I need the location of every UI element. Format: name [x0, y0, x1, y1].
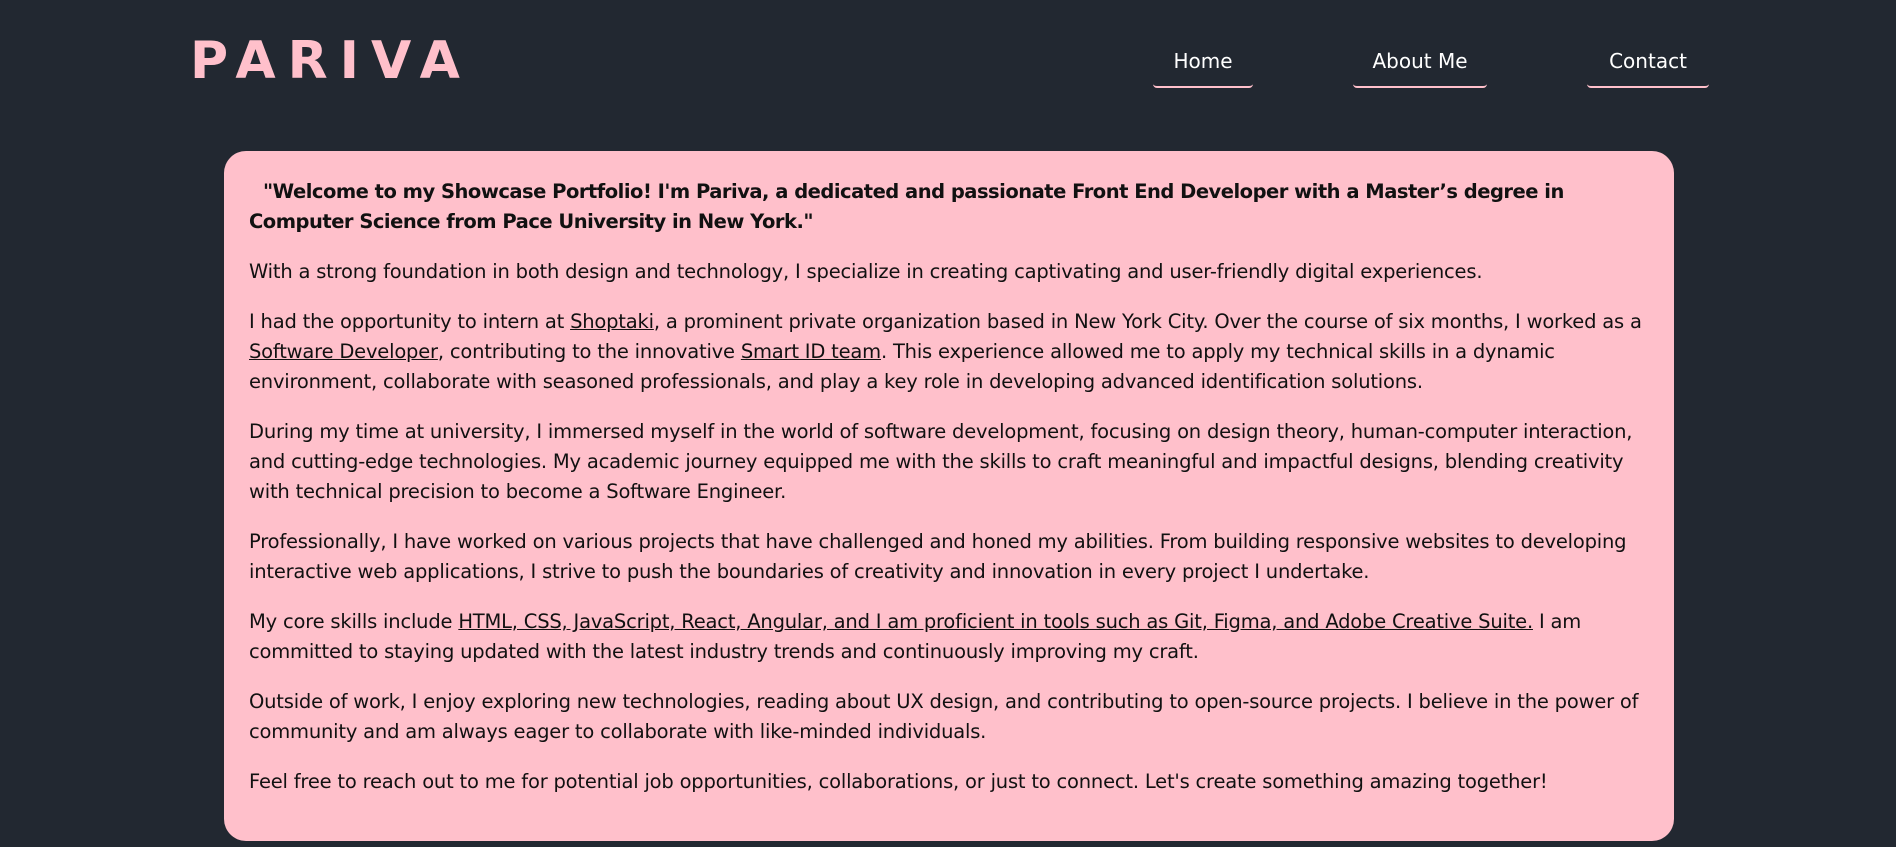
site-header: PARIVA Home About Me Contact: [0, 0, 1896, 140]
smart-id-team-link[interactable]: Smart ID team: [741, 340, 881, 363]
site-logo[interactable]: PARIVA: [190, 28, 472, 94]
contact-invite-paragraph: Feel free to reach out to me for potenti…: [249, 770, 1548, 793]
shoptaki-link[interactable]: Shoptaki: [570, 310, 654, 333]
nav-contact-link[interactable]: Contact: [1587, 44, 1709, 88]
core-skills-link[interactable]: HTML, CSS, JavaScript, React, Angular, a…: [458, 610, 1533, 633]
internship-text-2: , a prominent private organization based…: [653, 310, 1642, 333]
hobbies-paragraph: Outside of work, I enjoy exploring new t…: [249, 690, 1639, 743]
university-paragraph: During my time at university, I immersed…: [249, 420, 1633, 503]
nav-about-link[interactable]: About Me: [1353, 44, 1487, 88]
internship-text-3: , contributing to the innovative: [437, 340, 741, 363]
internship-text-1: I had the opportunity to intern at: [249, 310, 571, 333]
foundation-paragraph: With a strong foundation in both design …: [249, 260, 1483, 283]
skills-text-1: My core skills include: [249, 610, 459, 633]
about-card: "Welcome to my Showcase Portfolio! I'm P…: [224, 151, 1674, 841]
skills-paragraph: My core skills include HTML, CSS, JavaSc…: [249, 607, 1648, 667]
internship-paragraph: I had the opportunity to intern at Shopt…: [249, 307, 1648, 397]
software-developer-link[interactable]: Software Developer: [249, 340, 438, 363]
professional-paragraph: Professionally, I have worked on various…: [249, 530, 1627, 583]
nav-home-link[interactable]: Home: [1153, 44, 1253, 88]
intro-paragraph: "Welcome to my Showcase Portfolio! I'm P…: [249, 180, 1564, 233]
